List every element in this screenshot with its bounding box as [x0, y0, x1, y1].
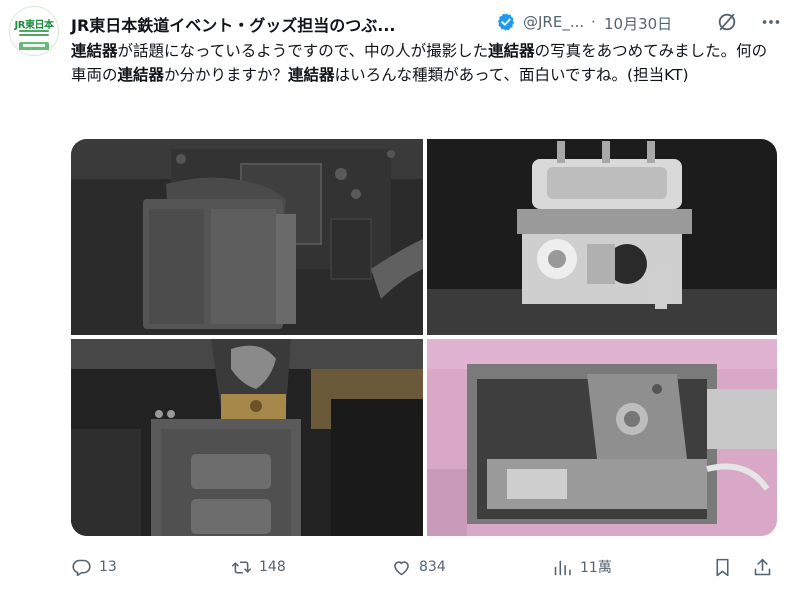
retweet-button[interactable]: 148 — [231, 553, 286, 581]
photo-grey-coupler-brass-plate[interactable] — [71, 339, 423, 536]
text-segment: はいろんな種類があって、面白いですね。(担当KT) — [334, 66, 689, 84]
more-options-icon[interactable] — [760, 11, 782, 33]
text-segment-bold: 連結器 — [288, 66, 335, 84]
reply-button[interactable]: 13 — [71, 553, 117, 581]
photo-black-coupler[interactable] — [71, 139, 423, 335]
retweet-count: 148 — [259, 559, 286, 575]
views-chart-icon — [554, 560, 571, 575]
view-count: 11萬 — [580, 560, 612, 576]
bookmark-button[interactable] — [712, 553, 733, 581]
text-segment-bold: 連結器 — [488, 42, 535, 60]
display-name[interactable]: JR東日本鉄道イベント・グッズ担当のつぶ... — [71, 12, 396, 36]
views-button[interactable]: 11萬 — [552, 553, 612, 581]
jr-east-logo-text: JR東日本 — [14, 20, 54, 31]
like-count: 834 — [419, 559, 446, 575]
photo-grid — [71, 139, 777, 536]
like-button[interactable]: 834 — [391, 553, 446, 581]
user-handle[interactable]: @JRE_... — [523, 13, 584, 31]
post-date[interactable]: 10月30日 — [604, 13, 672, 34]
reply-count: 13 — [99, 559, 117, 575]
photo-white-electric-coupler[interactable] — [427, 139, 777, 335]
separator-dot: · — [591, 13, 596, 31]
text-segment: か分かりますか？ — [164, 66, 289, 84]
reply-icon — [72, 559, 91, 576]
grok-icon[interactable] — [716, 11, 738, 33]
text-segment-bold: 連結器 — [117, 66, 165, 84]
heart-icon — [394, 560, 409, 575]
retweet-icon — [231, 560, 252, 574]
action-bar: 13 148 834 11萬 — [71, 553, 781, 581]
share-icon — [754, 558, 771, 575]
avatar[interactable]: JR東日本 — [9, 6, 59, 56]
bookmark-icon — [716, 558, 729, 576]
logo-subtitle-lines — [19, 30, 49, 38]
text-segment-bold: 連結器 — [71, 42, 118, 60]
tweet-header: JR東日本鉄道イベント・グッズ担当のつぶ... @JRE_... · 10月30… — [71, 10, 791, 36]
verified-badge-icon — [497, 13, 515, 31]
train-icon — [19, 42, 49, 50]
photo-pink-car-coupler[interactable] — [427, 339, 777, 536]
share-button[interactable] — [752, 553, 773, 581]
text-segment: が話題になっているようですので、中の人が撮影した — [117, 42, 489, 60]
tweet-text: 連結器が話題になっているようですので、中の人が撮影した連結器の写真をあつめてみま… — [71, 39, 781, 87]
